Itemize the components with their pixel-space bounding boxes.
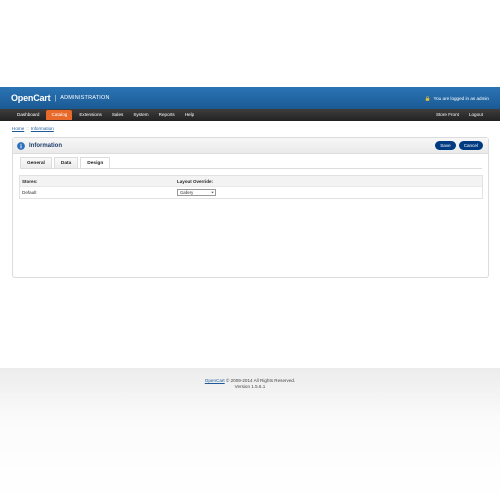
store-name: Default [22, 190, 37, 195]
lock-icon [426, 95, 430, 101]
footer-copyright-text: © 2009-2014 All Rights Reserved. [224, 378, 296, 383]
breadcrumb: Home :: Information [12, 126, 54, 131]
tab-divider [20, 168, 482, 169]
info-icon [17, 142, 25, 150]
main-menu: Dashboard Catalog Extensions Sales Syste… [0, 109, 500, 121]
logo[interactable]: OpenCart | ADMINISTRATION [11, 92, 110, 104]
login-text: You are logged in as admin [433, 95, 489, 101]
footer: OpenCart © 2009-2014 All Rights Reserved… [0, 378, 500, 390]
footer-version: Version 1.5.6.1 [234, 384, 266, 389]
column-header-layout-override: Layout Override: [177, 178, 214, 184]
breadcrumb-home[interactable]: Home [12, 126, 24, 131]
menu-item-help[interactable]: Help [180, 109, 199, 121]
layout-override-select[interactable]: Gallery [177, 189, 216, 196]
content-box: Information Save Cancel General Data Des… [12, 137, 489, 278]
logo-separator: | [54, 94, 57, 102]
layout-table: Stores: Layout Override: Default Gallery [19, 175, 483, 199]
cancel-button[interactable]: Cancel [458, 141, 483, 150]
menu-item-reports[interactable]: Reports [154, 109, 180, 121]
action-buttons: Save Cancel [435, 141, 483, 150]
brand-name: OpenCart [11, 93, 51, 103]
login-status: You are logged in as admin [425, 94, 489, 102]
save-button[interactable]: Save [435, 141, 456, 150]
menu-item-system[interactable]: System [128, 109, 153, 121]
page-title: Information [17, 141, 62, 151]
table-header-row: Stores: Layout Override: [20, 176, 482, 187]
layout-cell: Gallery [175, 189, 482, 196]
breadcrumb-separator: :: [26, 126, 29, 131]
chevron-down-icon [211, 192, 214, 194]
tab-design[interactable]: Design [80, 157, 111, 168]
breadcrumb-information[interactable]: Information [31, 126, 54, 131]
menu-item-logout[interactable]: Logout [464, 109, 488, 121]
layout-select-value: Gallery [180, 190, 194, 196]
column-header-stores: Stores: [22, 178, 38, 184]
admin-area-label: ADMINISTRATION [60, 95, 110, 101]
menu-left: Dashboard Catalog Extensions Sales Syste… [12, 109, 199, 121]
menu-item-catalog[interactable]: Catalog [46, 110, 73, 120]
menu-item-dashboard[interactable]: Dashboard [12, 109, 44, 121]
menu-item-sales[interactable]: Sales [107, 109, 129, 121]
tab-data[interactable]: Data [53, 157, 79, 168]
page: OpenCart | ADMINISTRATION You are logged… [0, 0, 500, 500]
footer-opencart-link[interactable]: OpenCart [205, 378, 225, 383]
tab-general[interactable]: General [20, 157, 52, 168]
menu-item-store-front[interactable]: Store Front [431, 109, 464, 121]
box-heading: Information Save Cancel [13, 138, 488, 154]
header-bar: OpenCart | ADMINISTRATION You are logged… [0, 87, 500, 109]
menu-item-extensions[interactable]: Extensions [74, 109, 106, 121]
page-title-text: Information [29, 143, 62, 149]
menu-right: Store Front Logout [431, 109, 488, 121]
tab-bar: General Data Design [20, 157, 112, 168]
table-row: Default Gallery [20, 187, 482, 198]
